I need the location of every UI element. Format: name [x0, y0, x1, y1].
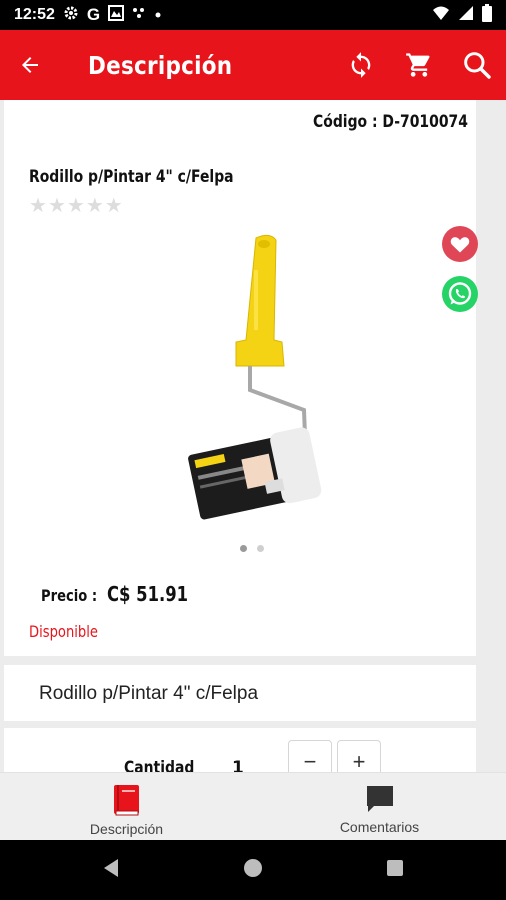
- product-image[interactable]: [184, 230, 344, 526]
- system-home-button[interactable]: [242, 857, 264, 884]
- circle-home-icon: [244, 858, 262, 877]
- triangle-back-icon: [104, 858, 118, 877]
- wifi-icon: [432, 5, 450, 26]
- star-icon: ★: [66, 195, 85, 217]
- gallery-icon: [108, 4, 125, 26]
- price-row: Precio : C$ 51.91: [41, 582, 206, 606]
- cart-icon: [406, 53, 430, 77]
- nav-label-comentarios: Comentarios: [339, 819, 420, 835]
- page-title: Descripción: [88, 50, 233, 80]
- bottom-navigation: Descripción Comentarios: [0, 772, 506, 840]
- gear-icon: [63, 5, 79, 26]
- battery-icon: [482, 3, 492, 27]
- system-recents-button[interactable]: [384, 857, 406, 884]
- nav-item-descripcion[interactable]: Descripción: [0, 773, 253, 840]
- product-title: Rodillo p/Pintar 4" c/Felpa: [29, 167, 234, 187]
- nav-item-comentarios[interactable]: Comentarios: [253, 773, 506, 840]
- product-code: Código : D-7010074: [313, 112, 468, 132]
- description-card: Rodillo p/Pintar 4" c/Felpa: [4, 665, 476, 721]
- cart-button[interactable]: [390, 30, 448, 100]
- refresh-icon: [351, 52, 371, 78]
- status-time: 12:52: [14, 6, 55, 23]
- search-button[interactable]: [448, 30, 506, 100]
- price-label: Precio :: [41, 586, 98, 605]
- price-value: C$ 51.91: [107, 582, 189, 606]
- system-navigation-bar: [0, 840, 506, 900]
- search-icon: [464, 52, 491, 79]
- rating-stars: ★ ★ ★ ★ ★: [29, 196, 123, 216]
- google-g-icon: G: [86, 5, 101, 24]
- pager-dot[interactable]: [257, 545, 264, 552]
- signal-icon: [458, 5, 474, 26]
- product-description: Rodillo p/Pintar 4" c/Felpa: [39, 683, 259, 704]
- book-icon: [113, 785, 139, 816]
- whatsapp-button[interactable]: [441, 275, 479, 313]
- star-icon: ★: [85, 195, 104, 217]
- comment-icon: [366, 786, 393, 812]
- star-icon: ★: [29, 195, 47, 217]
- status-bar: 12:52 G: [0, 0, 506, 30]
- star-icon: ★: [104, 195, 123, 217]
- square-recents-icon: [387, 859, 403, 876]
- pager-dot-active[interactable]: [240, 545, 247, 552]
- refresh-button[interactable]: [332, 30, 390, 100]
- dots-icon: [132, 6, 146, 25]
- favorite-button[interactable]: [441, 225, 479, 263]
- product-card: Código : D-7010074 Rodillo p/Pintar 4" c…: [4, 100, 479, 656]
- app-bar: Descripción: [0, 30, 506, 100]
- availability-status: Disponible: [29, 622, 98, 641]
- whatsapp-icon: [442, 276, 478, 312]
- nav-label-descripcion: Descripción: [89, 821, 164, 837]
- small-dot-icon: [154, 6, 162, 24]
- image-pager: [240, 545, 264, 552]
- arrow-left-icon: [22, 57, 38, 73]
- back-button[interactable]: [0, 30, 60, 100]
- heart-icon: [442, 226, 478, 262]
- system-back-button[interactable]: [100, 857, 122, 884]
- star-icon: ★: [47, 195, 66, 217]
